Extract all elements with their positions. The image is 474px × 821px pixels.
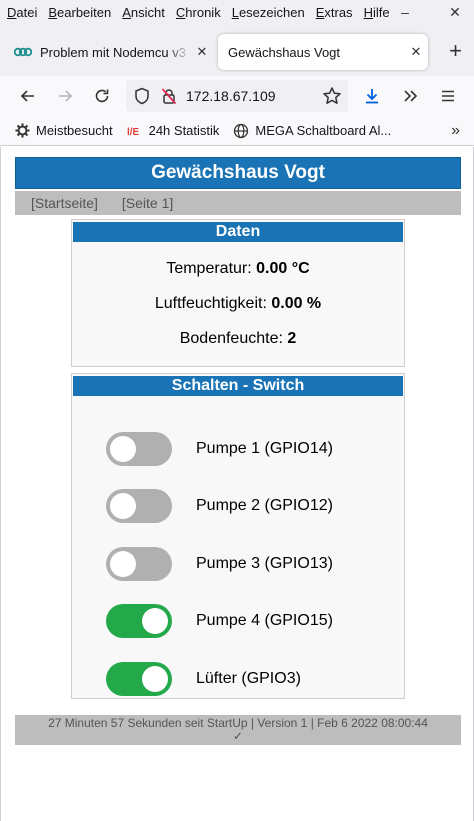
temperature-row: Temperatur: 0.00 °C — [72, 260, 404, 278]
tab-bar: Problem mit Nodemcu v3 HTTP ✕ Gewächshau… — [0, 24, 474, 76]
svg-text:l/E: l/E — [127, 127, 140, 137]
url-bar[interactable] — [126, 80, 348, 112]
page-nav: [Startseite] [Seite 1] — [15, 191, 461, 215]
tab-title: Problem mit Nodemcu v3 HTTP — [40, 44, 190, 60]
switch-row-pumpe-3: Pumpe 3 (GPIO13) — [106, 546, 333, 582]
status-footer: 27 Minuten 57 Sekunden seit StartUp | Ve… — [15, 715, 461, 745]
overflow-chevron-icon[interactable] — [398, 84, 422, 108]
pumpe-2-toggle[interactable] — [106, 489, 172, 523]
bookmark-label: 24h Statistik — [148, 123, 220, 138]
schalten-panel: Schalten - Switch Pumpe 1 (GPIO14) Pumpe… — [71, 373, 405, 699]
toggle-knob — [110, 436, 136, 462]
forward-icon[interactable] — [53, 84, 77, 108]
toggle-knob — [142, 608, 168, 634]
download-icon[interactable] — [360, 84, 384, 108]
bookmark-mega-schaltboard[interactable]: MEGA Schaltboard Al... — [233, 123, 391, 139]
minimize-button[interactable]: – — [390, 0, 420, 24]
menu-ansicht[interactable]: Ansicht — [118, 5, 169, 20]
switch-label: Pumpe 4 (GPIO15) — [196, 612, 333, 629]
soil-moisture-row: Bodenfeuchte: 2 — [72, 330, 404, 348]
insecure-lock-icon[interactable] — [158, 85, 180, 107]
humidity-label: Luftfeuchtigkeit: — [154, 295, 272, 312]
soil-moisture-value: 2 — [287, 330, 297, 347]
soil-moisture-label: Bodenfeuchte: — [179, 330, 288, 347]
new-tab-button[interactable]: + — [449, 40, 462, 62]
back-icon[interactable] — [16, 84, 40, 108]
daten-panel: Daten Temperatur: 0.00 °C Luftfeuchtigke… — [71, 219, 405, 367]
bookmark-24h-statistik[interactable]: l/E 24h Statistik — [127, 123, 220, 139]
switch-row-pumpe-4: Pumpe 4 (GPIO15) — [106, 603, 333, 639]
humidity-value: 0.00 % — [271, 295, 322, 312]
web-page: Gewächshaus Vogt [Startseite] [Seite 1] … — [0, 147, 474, 821]
menu-hilfe[interactable]: Hilfe — [360, 5, 394, 20]
close-window-button[interactable]: ✕ — [440, 0, 470, 24]
tab-problem-nodemcu[interactable]: Problem mit Nodemcu v3 HTTP ✕ — [8, 34, 214, 70]
tab-close-icon[interactable]: ✕ — [404, 44, 428, 60]
daten-heading: Daten — [73, 222, 403, 242]
bookmark-meistbesucht[interactable]: Meistbesucht — [14, 123, 113, 139]
menu-lesezeichen[interactable]: Lesezeichen — [228, 5, 309, 20]
menu-chronik[interactable]: Chronik — [172, 5, 225, 20]
switch-row-pumpe-2: Pumpe 2 (GPIO12) — [106, 488, 333, 524]
pumpe-1-toggle[interactable] — [106, 432, 172, 466]
toggle-knob — [110, 493, 136, 519]
nav-link-seite-1[interactable]: [Seite 1] — [122, 195, 173, 211]
url-input[interactable] — [186, 88, 306, 104]
tracking-shield-icon[interactable] — [131, 85, 153, 107]
pumpe-3-toggle[interactable] — [106, 547, 172, 581]
menu-bearbeiten[interactable]: Bearbeiten — [44, 5, 115, 20]
temperature-value: 0.00 °C — [256, 260, 310, 277]
schalten-heading: Schalten - Switch — [73, 376, 403, 396]
luefter-toggle[interactable] — [106, 662, 172, 696]
statistik-favicon-icon: l/E — [127, 123, 143, 139]
switch-label: Lüfter (GPIO3) — [196, 670, 301, 687]
menu-bar: Datei Bearbeiten Ansicht Chronik Lesezei… — [0, 0, 474, 24]
page-title: Gewächshaus Vogt — [15, 157, 461, 189]
reload-icon[interactable] — [90, 84, 114, 108]
tab-gewaechshaus[interactable]: Gewächshaus Vogt ✕ — [218, 34, 428, 70]
checkmark-icon: ✓ — [232, 729, 244, 743]
bookmark-label: Meistbesucht — [36, 123, 113, 138]
hamburger-menu-icon[interactable] — [436, 84, 460, 108]
bookmark-star-icon[interactable] — [320, 84, 344, 108]
tab-title: Gewächshaus Vogt — [228, 44, 341, 60]
gear-icon — [14, 123, 30, 139]
forum-favicon-icon — [14, 43, 32, 61]
tab-close-icon[interactable]: ✕ — [190, 44, 214, 60]
humidity-row: Luftfeuchtigkeit: 0.00 % — [72, 295, 404, 313]
toggle-knob — [110, 551, 136, 577]
switch-label: Pumpe 1 (GPIO14) — [196, 440, 333, 457]
switch-label: Pumpe 3 (GPIO13) — [196, 555, 333, 572]
nav-link-startseite[interactable]: [Startseite] — [31, 195, 98, 211]
toggle-knob — [142, 666, 168, 692]
globe-icon — [233, 123, 249, 139]
switch-label: Pumpe 2 (GPIO12) — [196, 497, 333, 514]
menu-datei[interactable]: Datei — [3, 5, 41, 20]
bookmarks-overflow-icon[interactable]: » — [451, 122, 460, 140]
nav-bar — [0, 76, 474, 116]
bookmark-label: MEGA Schaltboard Al... — [255, 123, 392, 138]
switch-row-luefter: Lüfter (GPIO3) — [106, 661, 301, 697]
bookmarks-bar: Meistbesucht l/E 24h Statistik MEGA Scha… — [0, 116, 474, 146]
menu-extras[interactable]: Extras — [312, 5, 357, 20]
switch-row-pumpe-1: Pumpe 1 (GPIO14) — [106, 431, 333, 467]
temperature-label: Temperatur: — [166, 260, 257, 277]
pumpe-4-toggle[interactable] — [106, 604, 172, 638]
